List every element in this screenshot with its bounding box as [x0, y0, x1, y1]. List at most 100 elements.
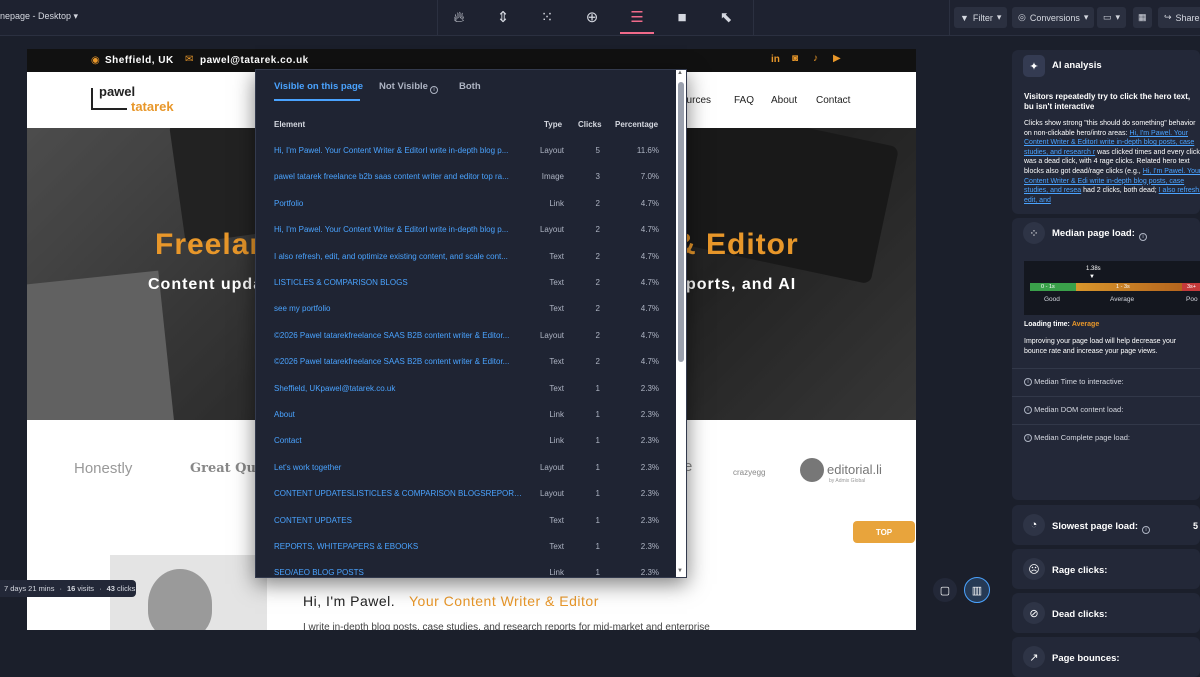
grid-icon[interactable]: ⁙	[534, 6, 560, 28]
angry-face-icon: ☹	[1023, 558, 1045, 580]
element-name-link[interactable]: REPORTS, WHITEPAPERS & EBOOKS	[274, 542, 524, 551]
table-row[interactable]: Hi, I'm Pawel. Your Content Writer & Edi…	[256, 217, 676, 243]
linkedin-icon[interactable]: in	[771, 54, 780, 65]
click-percentage: 2.3%	[640, 568, 659, 578]
rage-clicks-card[interactable]: ☹ Rage clicks:	[1012, 549, 1200, 589]
bar-chart-icon[interactable]: ▥	[964, 577, 990, 603]
table-row[interactable]: LISTICLES & COMPARISON BLOGS Text 2 4.7%	[256, 270, 676, 296]
about-heading: Hi, I'm Pawel.	[303, 593, 396, 609]
column-header-element[interactable]: Element	[274, 120, 305, 129]
table-row[interactable]: see my portfolio Text 2 4.7%	[256, 296, 676, 322]
element-name-link[interactable]: CONTENT UPDATES	[274, 516, 524, 525]
list-icon[interactable]: ☰	[624, 6, 650, 28]
tab-both[interactable]: Both	[459, 81, 481, 92]
flame-icon[interactable]: 🔥︎	[446, 6, 472, 28]
comment-icon[interactable]: ▢	[933, 578, 957, 602]
tab-not-visible[interactable]: Not Visible	[379, 81, 428, 92]
dead-clicks-title: Dead clicks:	[1052, 609, 1108, 620]
click-count: 1	[595, 436, 600, 446]
table-row[interactable]: ©2026 Pawel tatarekfreelance SAAS B2B co…	[256, 349, 676, 375]
table-row[interactable]: I also refresh, edit, and optimize exist…	[256, 244, 676, 270]
click-percentage: 2.3%	[640, 462, 659, 472]
instagram-icon[interactable]: ◙	[792, 53, 798, 64]
element-type: Link	[549, 436, 564, 446]
email-text[interactable]: pawel@tatarek.co.uk	[200, 55, 309, 66]
element-name-link[interactable]: About	[274, 410, 524, 419]
element-name-link[interactable]: CONTENT UPDATESLISTICLES & COMPARISON BL…	[274, 489, 524, 498]
element-name-link[interactable]: Sheffield, UKpawel@tatarek.co.uk	[274, 384, 524, 393]
segment-range: 0 - 1s	[1041, 284, 1055, 290]
element-name-link[interactable]: pawel tatarek freelance b2b saas content…	[274, 172, 524, 181]
gauge-icon: ◔	[1023, 514, 1045, 536]
table-row[interactable]: About Link 1 2.3%	[256, 402, 676, 428]
info-icon[interactable]: i	[1139, 228, 1147, 246]
table-row[interactable]: pawel tatarek freelance b2b saas content…	[256, 164, 676, 190]
table-row[interactable]: SEO/AEO BLOG POSTS Link 1 2.3%	[256, 560, 676, 578]
element-name-link[interactable]: LISTICLES & COMPARISON BLOGS	[274, 278, 524, 287]
video-icon[interactable]: ■	[669, 6, 695, 28]
tab-visible[interactable]: Visible on this page	[274, 81, 363, 92]
info-icon[interactable]: i	[430, 81, 438, 99]
info-icon[interactable]: i	[1024, 434, 1032, 443]
scroll-top-button[interactable]: TOP	[853, 521, 915, 543]
tiktok-icon[interactable]: ♪	[813, 53, 818, 64]
scroll-up-icon[interactable]: ▲	[677, 70, 683, 76]
element-name-link[interactable]: Let's work together	[274, 463, 524, 472]
click-count: 1	[595, 568, 600, 578]
table-row[interactable]: CONTENT UPDATES Text 1 2.3%	[256, 508, 676, 534]
table-row[interactable]: CONTENT UPDATESLISTICLES & COMPARISON BL…	[256, 481, 676, 507]
page-device-select[interactable]: nepage - Desktop ▾	[0, 11, 78, 22]
plus-circle-icon[interactable]: ⊕	[579, 6, 605, 28]
column-header-clicks[interactable]: Clicks	[578, 120, 602, 129]
element-name-link[interactable]: see my portfolio	[274, 304, 524, 313]
conversions-button[interactable]: ◎ Conversions ▾	[1012, 7, 1095, 28]
element-name-link[interactable]: ©2026 Pawel tatarekfreelance SAAS B2B co…	[274, 357, 524, 366]
element-type: Text	[549, 304, 564, 314]
cursor-click-icon[interactable]: ⬉	[713, 6, 739, 28]
location-icon: ◉	[91, 55, 100, 66]
site-logo[interactable]: pawel tatarek	[91, 84, 189, 116]
metric-tti: i Median Time to interactive:	[1024, 377, 1124, 387]
table-row[interactable]: REPORTS, WHITEPAPERS & EBOOKS Text 1 2.3%	[256, 534, 676, 560]
info-icon[interactable]: i	[1024, 406, 1032, 415]
table-row[interactable]: Hi, I'm Pawel. Your Content Writer & Edi…	[256, 138, 676, 164]
segment-label: Poo	[1186, 296, 1198, 303]
scrollbar[interactable]: ▲ ▼	[676, 70, 686, 577]
click-count: 2	[595, 304, 600, 314]
filter-button[interactable]: ▼ Filter ▾	[954, 7, 1008, 28]
device-button[interactable]: ▭ ▾	[1097, 7, 1127, 28]
share-button[interactable]: ↪ Share	[1158, 7, 1200, 28]
email-icon: ✉	[185, 54, 194, 65]
element-name-link[interactable]: Hi, I'm Pawel. Your Content Writer & Edi…	[274, 146, 524, 155]
robot-icon	[800, 458, 824, 482]
info-icon[interactable]: i	[1024, 378, 1032, 387]
element-name-link[interactable]: Portfolio	[274, 199, 524, 208]
table-row[interactable]: ©2026 Pawel tatarekfreelance SAAS B2B co…	[256, 323, 676, 349]
scroll-down-icon[interactable]: ▼	[677, 568, 683, 574]
column-header-percentage[interactable]: Percentage	[615, 120, 658, 129]
table-row[interactable]: Portfolio Link 2 4.7%	[256, 191, 676, 217]
element-name-link[interactable]: ©2026 Pawel tatarekfreelance SAAS B2B co…	[274, 331, 524, 340]
dead-clicks-card[interactable]: ⊘ Dead clicks:	[1012, 593, 1200, 633]
element-name-link[interactable]: SEO/AEO BLOG POSTS	[274, 568, 524, 577]
divider	[437, 0, 438, 36]
table-row[interactable]: Contact Link 1 2.3%	[256, 428, 676, 454]
calendar-button[interactable]: ▦	[1133, 7, 1152, 28]
nav-about[interactable]: About	[771, 95, 797, 106]
column-header-type[interactable]: Type	[544, 120, 562, 129]
scrollbar-thumb[interactable]	[678, 82, 684, 362]
nav-contact[interactable]: Contact	[816, 95, 850, 106]
table-row[interactable]: Sheffield, UKpawel@tatarek.co.uk Text 1 2.3…	[256, 376, 676, 402]
info-icon[interactable]: i	[1142, 521, 1150, 539]
slowest-load-card[interactable]: ◔ Slowest page load: i 5	[1012, 505, 1200, 545]
element-name-link[interactable]: I also refresh, edit, and optimize exist…	[274, 252, 524, 261]
chevron-down-icon: ▾	[996, 12, 1002, 22]
scroll-icon[interactable]: ⇕	[490, 6, 516, 28]
nav-faq[interactable]: FAQ	[734, 95, 754, 106]
youtube-icon[interactable]: ▶	[833, 53, 841, 64]
element-name-link[interactable]: Contact	[274, 436, 524, 445]
element-name-link[interactable]: Hi, I'm Pawel. Your Content Writer & Edi…	[274, 225, 524, 234]
page-bounces-card[interactable]: ↗ Page bounces:	[1012, 637, 1200, 677]
table-row[interactable]: Let's work together Layout 1 2.3%	[256, 455, 676, 481]
loading-time-value: Average	[1071, 321, 1100, 328]
